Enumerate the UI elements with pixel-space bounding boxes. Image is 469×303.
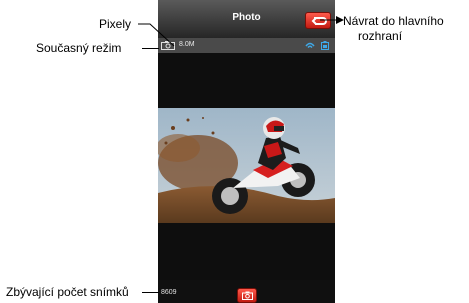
battery-icon [321, 41, 329, 50]
annotation-pixels: Pixely [99, 17, 132, 31]
wifi-icon [305, 42, 315, 49]
motocross-photo [158, 108, 335, 223]
camera-screen: Photo 8.0M 8609 [158, 0, 335, 303]
resolution-label: 8.0M [179, 41, 195, 48]
status-bar: 8.0M [158, 38, 335, 53]
annotation-current-mode: Současný režim [36, 41, 122, 55]
shots-remaining-count: 8609 [161, 289, 177, 296]
camera-preview-image [158, 108, 335, 223]
annotation-shots-left: Zbývající počet snímků [6, 285, 129, 299]
bottom-bar: 8609 [158, 280, 335, 303]
annotation-pixels-leader [138, 23, 175, 47]
camera-icon [242, 291, 253, 300]
title-bar: Photo [158, 0, 335, 38]
annotation-shots-left-leader [142, 292, 159, 293]
shutter-button[interactable] [237, 288, 257, 303]
annotation-return-leader [320, 16, 344, 24]
annotation-return-line1: Návrat do hlavního [343, 14, 444, 28]
annotation-current-mode-leader [142, 48, 159, 49]
annotation-return-line2: rozhraní [358, 29, 403, 43]
